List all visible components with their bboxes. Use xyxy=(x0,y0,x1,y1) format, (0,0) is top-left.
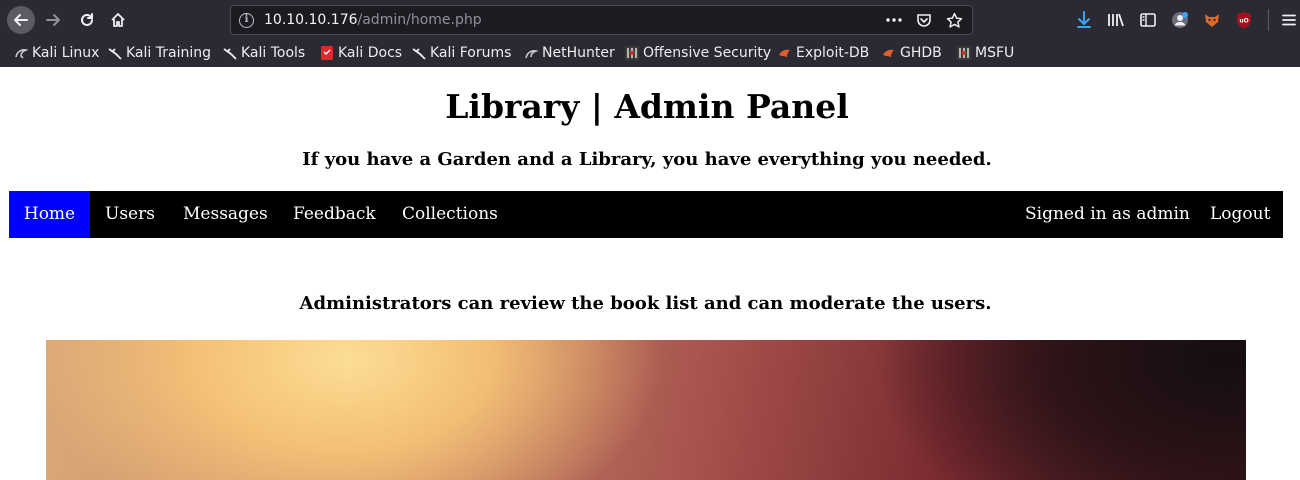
ublock-button[interactable]: uO xyxy=(1232,8,1256,32)
reload-icon xyxy=(81,13,93,26)
bookmark-label: Kali Training xyxy=(126,45,211,61)
site-navbar: Home Users Messages Feedback Collections… xyxy=(9,191,1283,238)
home-icon xyxy=(111,13,125,27)
page-subtitle: If you have a Garden and a Library, you … xyxy=(302,149,992,170)
toolbar-divider xyxy=(1268,9,1269,31)
bookmark-exploit-db[interactable]: Exploit-DB xyxy=(778,44,869,62)
nav-messages-link[interactable]: Messages xyxy=(183,191,268,238)
page-title: Library | Admin Panel xyxy=(445,87,849,126)
bookmark-kali-forums[interactable]: Kali Forums xyxy=(412,44,511,62)
browser-toolbar: i 10.10.10.176/admin/home.php uO xyxy=(0,0,1300,40)
back-button[interactable] xyxy=(7,6,35,34)
nav-feedback-link[interactable]: Feedback xyxy=(293,191,376,238)
library-button[interactable] xyxy=(1104,8,1128,32)
bookmark-label: Exploit-DB xyxy=(796,45,870,61)
arrow-left-icon xyxy=(14,14,28,26)
url-host: 10.10.10.176 xyxy=(264,12,358,28)
downloads-button[interactable] xyxy=(1072,8,1096,32)
kali-dragon-icon xyxy=(108,48,122,60)
exploitdb-icon xyxy=(883,49,894,57)
offsec-icon xyxy=(957,46,971,60)
ublock-shield-icon: uO xyxy=(1237,12,1251,29)
bookmark-label: GHDB xyxy=(900,45,942,61)
address-bar[interactable]: i 10.10.10.176/admin/home.php xyxy=(230,5,973,35)
nav-collections-link[interactable]: Collections xyxy=(402,191,498,238)
menu-button[interactable] xyxy=(1277,8,1300,32)
nav-logout-link[interactable]: Logout xyxy=(1210,191,1270,238)
fox-icon xyxy=(1205,14,1219,27)
nav-home-link[interactable]: Home xyxy=(9,191,90,238)
bookmark-label: MSFU xyxy=(975,45,1015,61)
bookmark-kali-tools[interactable]: Kali Tools xyxy=(223,44,305,62)
hamburger-icon xyxy=(1282,14,1296,26)
kali-docs-icon xyxy=(321,46,333,60)
bookmark-kali-docs[interactable]: Kali Docs xyxy=(320,44,402,62)
bookmark-label: NetHunter xyxy=(542,45,615,61)
url-text[interactable]: 10.10.10.176/admin/home.php xyxy=(264,12,482,28)
toolbar-right-icons: uO xyxy=(1072,8,1300,32)
bookmark-ghdb[interactable]: GHDB xyxy=(882,44,942,62)
offsec-icon xyxy=(625,46,639,60)
foxyproxy-button[interactable] xyxy=(1200,8,1224,32)
bookmark-label: Kali Docs xyxy=(338,45,403,61)
forward-button[interactable] xyxy=(39,6,67,34)
url-path: /admin/home.php xyxy=(357,12,482,28)
url-actions xyxy=(884,10,964,30)
home-button[interactable] xyxy=(104,6,132,34)
bookmark-kali-training[interactable]: Kali Training xyxy=(108,44,211,62)
web-page: Library | Admin Panel If you have a Gard… xyxy=(0,67,1300,480)
bookmark-label: Kali Linux xyxy=(32,45,100,61)
exploitdb-icon xyxy=(779,49,790,57)
nav-signed-in-link[interactable]: Signed in as admin xyxy=(1025,191,1190,238)
reload-button[interactable] xyxy=(73,6,101,34)
bookmark-msfu[interactable]: MSFU xyxy=(957,44,1014,62)
browser-chrome: i 10.10.10.176/admin/home.php uO Kali Li… xyxy=(0,0,1300,67)
nethunter-icon xyxy=(525,50,538,59)
svg-text:uO: uO xyxy=(1239,18,1248,25)
account-icon xyxy=(1172,12,1188,28)
kali-dragon-icon xyxy=(223,48,237,60)
download-icon xyxy=(1077,11,1091,28)
arrow-right-icon xyxy=(46,14,60,26)
bookmark-label: Kali Forums xyxy=(430,45,512,61)
kali-dragon-icon xyxy=(412,48,426,60)
star-icon xyxy=(946,12,962,28)
bookmarks-toolbar: Kali Linux Kali Training Kali Tools Kali… xyxy=(0,40,1300,67)
account-button[interactable] xyxy=(1168,8,1192,32)
info-icon[interactable]: i xyxy=(239,13,254,28)
bookmark-label: Kali Tools xyxy=(241,45,306,61)
pocket-icon xyxy=(917,14,931,27)
nav-users-link[interactable]: Users xyxy=(105,191,155,238)
bookmark-offensive-security[interactable]: Offensive Security xyxy=(625,44,771,62)
sidebar-icon xyxy=(1140,13,1156,27)
bookmark-label: Offensive Security xyxy=(643,45,772,61)
bookmark-kali-linux[interactable]: Kali Linux xyxy=(14,44,99,62)
bookmark-star-button[interactable] xyxy=(944,10,964,30)
admin-description: Administrators can review the book list … xyxy=(299,293,992,314)
kali-dragon-icon xyxy=(15,49,28,59)
sidebar-button[interactable] xyxy=(1136,8,1160,32)
hero-image xyxy=(46,340,1246,480)
pocket-button[interactable] xyxy=(914,10,934,30)
ellipsis-icon xyxy=(886,18,902,22)
library-icon xyxy=(1108,13,1124,27)
bookmark-nethunter[interactable]: NetHunter xyxy=(524,44,615,62)
more-actions-button[interactable] xyxy=(884,10,904,30)
